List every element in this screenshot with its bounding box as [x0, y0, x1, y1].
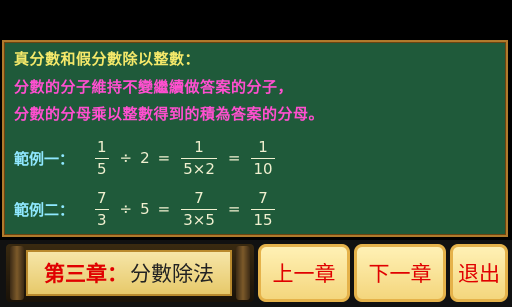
fraction-bar — [181, 157, 217, 159]
fraction-bar — [95, 157, 109, 159]
exit-button[interactable]: 退出 — [450, 244, 508, 302]
chalkboard: 真分數和假分數除以整數： 分數的分子維持不變繼續做答案的分子， 分數的分母乘以整… — [2, 40, 508, 237]
denominator: 5×2 — [183, 159, 215, 178]
chapter-name: 分數除法 — [130, 262, 214, 286]
equals-sign: = — [157, 200, 171, 218]
divisor: 2 — [140, 149, 150, 167]
numerator: 1 — [194, 137, 204, 156]
scroll-rod-left — [10, 246, 24, 300]
previous-chapter-button[interactable]: 上一章 — [258, 244, 350, 302]
denominator: 3×5 — [183, 210, 215, 229]
fraction-bar — [95, 208, 109, 210]
example-label: 範例一： — [14, 149, 75, 168]
example-1: 範例一： 1 5 ÷ 2 = 1 5×2 = 1 10 — [14, 134, 278, 182]
equals-sign: = — [227, 200, 241, 218]
fraction-bar — [181, 208, 217, 210]
numerator: 1 — [97, 137, 107, 156]
rule-line-2: 分數的分母乘以整數得到的積為答案的分母。 — [14, 105, 325, 123]
scroll-rod-right — [236, 246, 250, 300]
rule-line-1: 分數的分子維持不變繼續做答案的分子， — [14, 78, 294, 96]
chapter-number: 第三章： — [44, 262, 128, 286]
divide-operator: ÷ — [119, 149, 133, 167]
divide-operator: ÷ — [119, 200, 133, 218]
numerator: 1 — [258, 137, 268, 156]
divisor: 5 — [140, 200, 150, 218]
denominator: 15 — [253, 210, 273, 229]
fraction: 1 5×2 — [181, 138, 217, 179]
scroll-paper: 第三章： 分數除法 — [26, 250, 232, 296]
fraction: 7 3 — [95, 189, 109, 230]
denominator: 3 — [97, 210, 107, 229]
equals-sign: = — [227, 149, 241, 167]
numerator: 7 — [258, 188, 268, 207]
equals-sign: = — [157, 149, 171, 167]
fraction: 1 10 — [251, 137, 275, 179]
fraction: 7 3×5 — [181, 189, 217, 230]
example-2: 範例二： 7 3 ÷ 5 = 7 3×5 = 7 15 — [14, 185, 278, 233]
lesson-heading: 真分數和假分數除以整數： — [14, 50, 201, 68]
next-chapter-button[interactable]: 下一章 — [354, 244, 446, 302]
fraction: 7 15 — [251, 188, 275, 230]
fraction: 1 5 — [95, 138, 109, 179]
numerator: 7 — [194, 188, 204, 207]
numerator: 7 — [97, 188, 107, 207]
chapter-title: 第三章： 分數除法 — [28, 252, 230, 294]
example-label: 範例二： — [14, 200, 75, 219]
denominator: 10 — [253, 159, 273, 178]
denominator: 5 — [97, 159, 107, 178]
fraction-bar — [251, 208, 275, 210]
fraction-bar — [251, 157, 275, 159]
chapter-scroll: 第三章： 分數除法 — [6, 244, 254, 302]
